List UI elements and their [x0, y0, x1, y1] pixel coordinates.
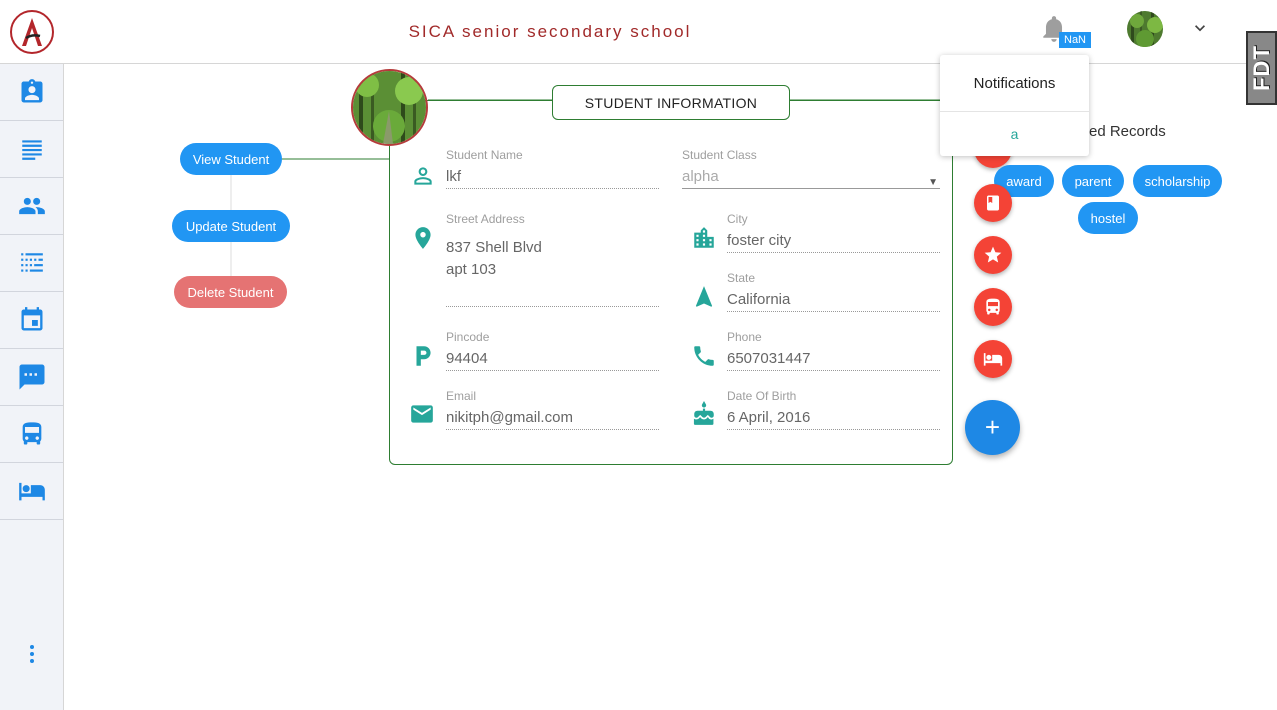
bed-icon [983, 353, 1003, 366]
street-address-field[interactable]: Street Address 837 Shell Blvd apt 103 [446, 212, 659, 307]
card-title: STUDENT INFORMATION [552, 85, 790, 120]
email-value: nikitph@gmail.com [446, 407, 659, 430]
student-class-label: Student Class [682, 148, 757, 162]
related-records-title: ed Records [1089, 123, 1166, 140]
book-fab-button[interactable] [974, 184, 1012, 222]
location-pin-icon [415, 227, 431, 249]
email-icon [411, 405, 433, 423]
view-student-button[interactable]: View Student [180, 143, 282, 175]
phone-label: Phone [727, 330, 762, 344]
chip-hostel[interactable]: hostel [1078, 202, 1138, 234]
person-outline-icon [414, 167, 432, 185]
email-label: Email [446, 389, 477, 403]
delete-student-button[interactable]: Delete Student [174, 276, 287, 308]
app-root: SICA senior secondary school NaN FDT Vie… [0, 0, 1277, 710]
transport-fab-button[interactable] [974, 288, 1012, 326]
street-address-line2: apt 103 [446, 261, 497, 278]
award-fab-button[interactable] [974, 236, 1012, 274]
street-address-value: 837 Shell Blvd apt 103 [446, 237, 659, 307]
phone-icon [694, 346, 714, 366]
dob-label: Date Of Birth [727, 389, 797, 403]
city-buildings-icon [694, 227, 714, 248]
book-icon [987, 195, 999, 211]
state-field[interactable]: State California [727, 271, 940, 312]
chip-parent[interactable]: parent [1062, 165, 1124, 197]
notification-item[interactable]: a [940, 112, 1089, 155]
state-value: California [727, 289, 940, 312]
cake-icon [693, 401, 714, 425]
city-field[interactable]: City foster city [727, 212, 940, 253]
student-photo[interactable] [351, 69, 428, 146]
hostel-fab-button[interactable] [974, 340, 1012, 378]
student-name-field[interactable]: Student Name lkf [446, 148, 659, 189]
phone-value: 6507031447 [727, 348, 940, 371]
chip-scholarship[interactable]: scholarship [1133, 165, 1222, 197]
street-address-label: Street Address [446, 212, 525, 226]
dob-value: 6 April, 2016 [727, 407, 940, 430]
student-name-label: Student Name [446, 148, 523, 162]
add-fab-button[interactable]: + [965, 400, 1020, 455]
street-address-line1: 837 Shell Blvd [446, 239, 542, 256]
bus-icon [986, 298, 1000, 315]
pincode-field[interactable]: Pincode 94404 [446, 330, 659, 371]
student-class-value: alpha [682, 168, 719, 185]
notifications-title: Notifications [940, 55, 1089, 112]
pincode-label: Pincode [446, 330, 490, 344]
dob-field[interactable]: Date Of Birth 6 April, 2016 [727, 389, 940, 430]
student-class-value-wrap: alpha ▼ [682, 166, 940, 189]
city-value: foster city [727, 230, 940, 253]
dropdown-arrow-icon: ▼ [928, 177, 938, 188]
student-name-value: lkf [446, 166, 659, 189]
student-class-select[interactable]: Student Class alpha ▼ [682, 148, 940, 189]
update-student-button[interactable]: Update Student [172, 210, 290, 242]
navigation-arrow-icon [695, 286, 713, 307]
parking-icon [416, 346, 431, 366]
phone-field[interactable]: Phone 6507031447 [727, 330, 940, 371]
state-label: State [727, 271, 756, 285]
pincode-value: 94404 [446, 348, 659, 371]
star-icon [984, 246, 1002, 263]
city-label: City [727, 212, 748, 226]
notifications-dropdown: Notifications a [940, 55, 1089, 156]
plus-icon: + [984, 412, 1001, 442]
email-field[interactable]: Email nikitph@gmail.com [446, 389, 659, 430]
